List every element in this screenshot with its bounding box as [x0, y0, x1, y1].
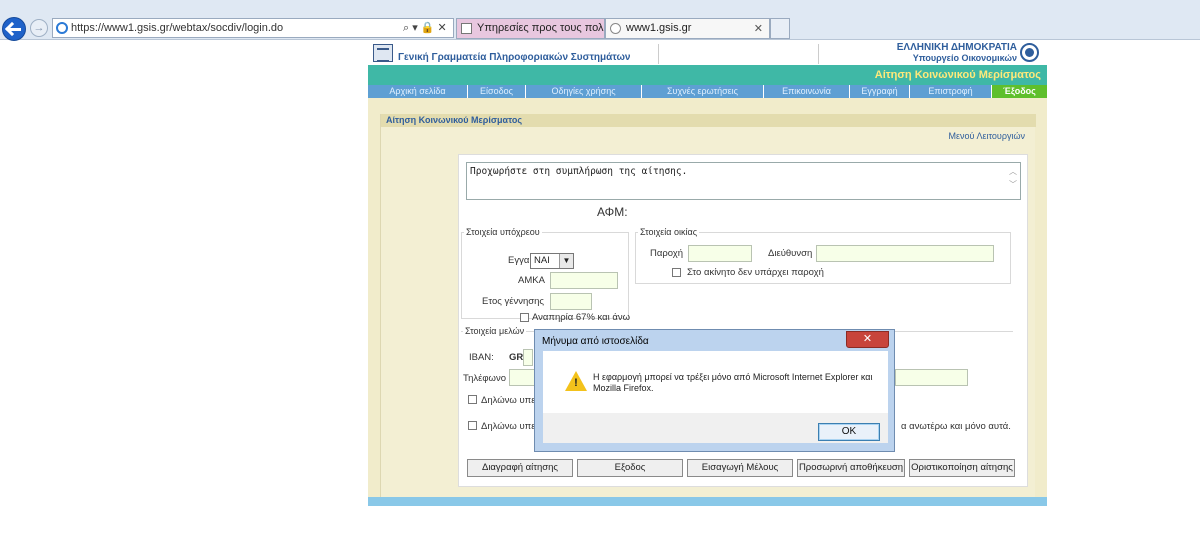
status-message-box: Προχωρήστε στη συμπλήρωση της αίτησης. ︿… — [466, 162, 1021, 200]
tab-label: Υπηρεσίες προς τους πολίτες — [477, 22, 604, 34]
main-nav: Αρχική σελίδα Είσοδος Οδηγίες χρήσης Συχ… — [368, 85, 1047, 98]
nav-home[interactable]: Αρχική σελίδα — [368, 85, 468, 98]
married-value: ΝΑΙ — [534, 255, 550, 266]
dialog-message: Η εφαρμογή μπορεί να τρέξει μόνο από Mic… — [593, 372, 873, 393]
nav-back[interactable]: Επιστροφή — [910, 85, 992, 98]
url-text: https://www1.gsis.gr/webtax/socdiv/login… — [71, 22, 284, 34]
forward-button[interactable]: → — [30, 19, 48, 37]
iban-label: IBAN: — [469, 352, 494, 363]
iban-prefix: GR — [509, 352, 524, 363]
ok-button[interactable]: OK — [818, 423, 880, 441]
status-message: Προχωρήστε στη συμπλήρωση της αίτησης. — [470, 166, 688, 177]
greek-emblem-icon — [1020, 43, 1039, 62]
org-title: Γενική Γραμματεία Πληροφοριακών Συστημάτ… — [398, 52, 631, 63]
dialog-title: Μήνυμα από ιστοσελίδα — [542, 336, 649, 347]
declaration-2-checkbox[interactable] — [468, 421, 477, 430]
exit-button[interactable]: Εξοδος — [577, 459, 683, 477]
tab-citizen-services[interactable]: Υπηρεσίες προς τους πολίτες — [456, 18, 605, 39]
supply-input[interactable] — [688, 245, 752, 262]
close-tab-icon[interactable]: ✕ — [754, 22, 763, 35]
amka-label: ΑΜΚΑ — [518, 275, 545, 286]
house-legend: Στοιχεία οικίας — [638, 227, 700, 237]
site-header: Γενική Γραμματεία Πληροφοριακών Συστημάτ… — [368, 40, 1047, 65]
no-supply-checkbox[interactable] — [672, 268, 681, 277]
add-member-button[interactable]: Εισαγωγή Μέλους — [687, 459, 793, 477]
alert-dialog: Μήνυμα από ιστοσελίδα ✕ ! Η εφαρμογή μπο… — [534, 329, 895, 452]
declaration-2-tail: α ανωτέρω και μόνο αυτά. — [901, 421, 1011, 432]
nav-contact[interactable]: Επικοινωνία — [764, 85, 850, 98]
app-title: Αίτηση Κοινωνικού Μερίσματος — [874, 69, 1041, 81]
browser-toolbar: → https://www1.gsis.gr/webtax/socdiv/log… — [0, 0, 1200, 41]
delete-application-button[interactable]: Διαγραφή αίτησης — [467, 459, 573, 477]
supply-label: Παροχή — [650, 248, 684, 259]
redacted-afm — [635, 203, 695, 217]
redacted-name — [703, 203, 879, 217]
nav-register[interactable]: Εγγραφή — [850, 85, 910, 98]
panel-title-bar: Αίτηση Κοινωνικού Μερίσματος — [381, 114, 1036, 127]
loading-icon — [610, 23, 621, 34]
no-supply-label: Στο ακίνητο δεν υπάρχει παροχή — [687, 267, 824, 278]
tab-label: www1.gsis.gr — [626, 22, 692, 34]
dialog-body: ! Η εφαρμογή μπορεί να τρέξει μόνο από M… — [543, 351, 888, 443]
address-tools-icons[interactable]: ⌕ ▾ 🔒 ✕ — [403, 21, 447, 35]
members-legend: Στοιχεία μελών — [463, 326, 527, 336]
functions-menu-link[interactable]: Μενού Λειτουργιών — [949, 131, 1025, 141]
page-icon — [461, 23, 472, 34]
debtor-group: Στοιχεία υπόχρεου Εγγαμος ΝΑΙ ▼ ΑΜΚΑ Ετο… — [461, 227, 630, 323]
chevron-down-icon: ▼ — [559, 254, 573, 268]
gov-subtitle: Υπουργείο Οικονομικών — [912, 53, 1017, 63]
afm-label: ΑΦΜ: — [597, 205, 628, 219]
disability-checkbox[interactable] — [520, 313, 529, 322]
iban-input[interactable] — [523, 349, 533, 366]
declaration-2-text: Δηλώνω υπεύ — [481, 421, 541, 432]
phone-label: Τηλέφωνο — [463, 373, 506, 384]
phone-input[interactable] — [509, 369, 535, 386]
back-button[interactable] — [2, 17, 26, 41]
house-group: Στοιχεία οικίας Παροχή Διεύθυνση Στο ακί… — [635, 227, 1011, 284]
married-select[interactable]: ΝΑΙ ▼ — [530, 253, 574, 269]
declaration-1-text: Δηλώνω υπεύ — [481, 395, 541, 406]
email-input[interactable] — [895, 369, 968, 386]
nav-logout[interactable]: Έξοδος — [992, 85, 1047, 98]
tab-gsis[interactable]: www1.gsis.gr ✕ — [605, 18, 770, 39]
address-input[interactable] — [816, 245, 994, 262]
dialog-close-button[interactable]: ✕ — [846, 331, 889, 348]
header-divider — [818, 44, 819, 64]
birth-year-input[interactable] — [550, 293, 592, 310]
nav-faq[interactable]: Συχνές ερωτήσεις — [642, 85, 764, 98]
ie-icon — [56, 22, 68, 34]
nav-login[interactable]: Είσοδος — [468, 85, 526, 98]
gsis-logo-icon — [373, 44, 393, 62]
declaration-1-checkbox[interactable] — [468, 395, 477, 404]
birth-year-label: Ετος γέννησης — [482, 296, 544, 307]
amka-input[interactable] — [550, 272, 618, 289]
footer-strip — [368, 497, 1047, 506]
dialog-message-area: ! Η εφαρμογή μπορεί να τρέξει μόνο από M… — [543, 351, 888, 413]
header-divider — [658, 44, 659, 64]
warning-exclamation: ! — [574, 377, 578, 389]
temp-save-button[interactable]: Προσωρινή αποθήκευση — [797, 459, 905, 477]
address-bar[interactable]: https://www1.gsis.gr/webtax/socdiv/login… — [52, 18, 454, 38]
address-label: Διεύθυνση — [768, 248, 813, 259]
new-tab-button[interactable] — [770, 18, 790, 39]
panel-title: Αίτηση Κοινωνικού Μερίσματος — [386, 115, 523, 125]
finalize-application-button[interactable]: Οριστικοποίηση αίτησης — [909, 459, 1015, 477]
disability-label: Αναπηρία 67% και άνω — [532, 312, 631, 323]
message-scrollbar[interactable]: ︿ ﹀ — [1008, 165, 1018, 197]
app-title-bar: Αίτηση Κοινωνικού Μερίσματος — [368, 65, 1047, 85]
debtor-legend: Στοιχεία υπόχρεου — [464, 227, 542, 237]
nav-instructions[interactable]: Οδηγίες χρήσης — [526, 85, 642, 98]
